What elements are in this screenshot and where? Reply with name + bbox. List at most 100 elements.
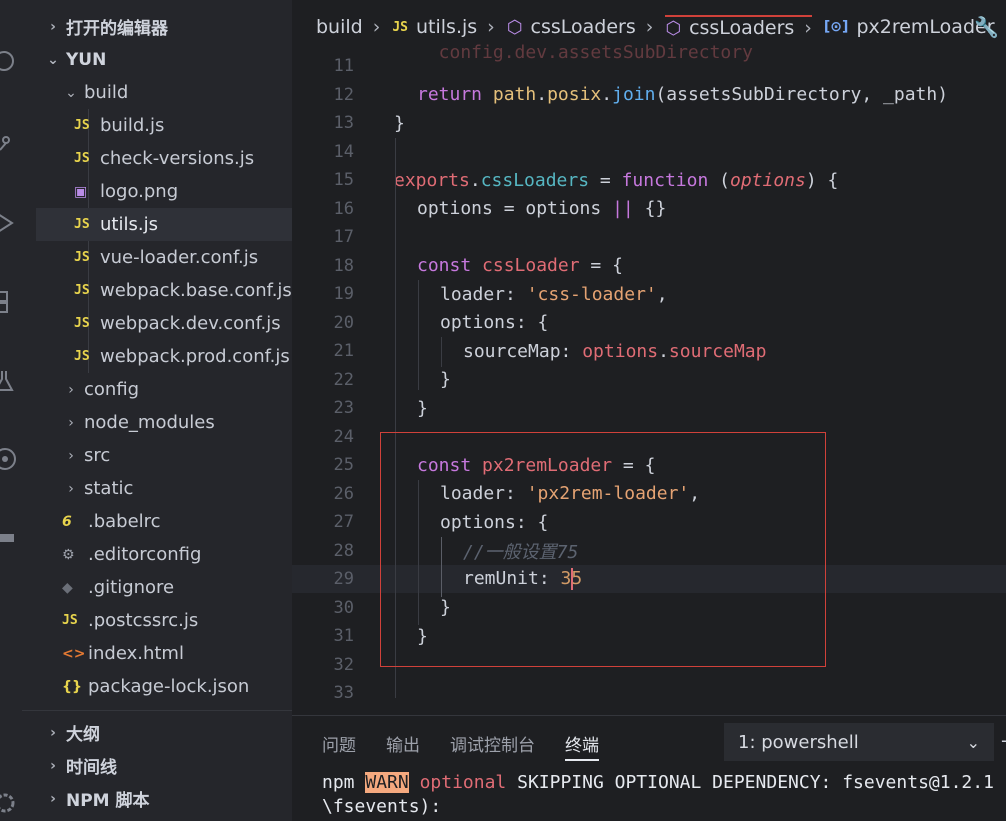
babel-file-icon: 6 bbox=[62, 513, 72, 530]
tab-debug-console[interactable]: 调试控制台 bbox=[450, 731, 535, 759]
tree-file-check-versions[interactable]: JS check-versions.js bbox=[22, 142, 292, 175]
cube-icon: ⬡ bbox=[665, 17, 682, 39]
workspace-header[interactable]: ⌄ YUN bbox=[22, 43, 292, 76]
chevron-right-icon: › bbox=[50, 757, 56, 774]
code-text: } bbox=[440, 369, 451, 390]
tree-folder-build[interactable]: ⌄ build bbox=[22, 76, 292, 109]
tab-terminal[interactable]: 终端 bbox=[565, 731, 599, 761]
code-editor[interactable]: build › JS utils.js › ⬡ cssLoaders › ⬡ cssLoad… bbox=[292, 0, 1006, 715]
code-text: exports.cssLoaders = function (options) … bbox=[394, 169, 839, 191]
tree-folder-config[interactable]: › config bbox=[22, 373, 292, 406]
code-line: 24 bbox=[292, 423, 1006, 451]
tree-item-label: check-versions.js bbox=[100, 148, 255, 169]
tree-folder-static[interactable]: › static bbox=[22, 472, 292, 505]
js-file-icon: JS bbox=[74, 151, 90, 166]
line-number: 11 bbox=[333, 56, 354, 76]
tree-file-webpack-prod[interactable]: JS webpack.prod.conf.js bbox=[22, 340, 292, 373]
token-string: 'px2rem-loader' bbox=[526, 483, 690, 504]
tree-file-build-js[interactable]: JS build.js bbox=[22, 109, 292, 142]
tree-file-gitignore[interactable]: ◆ .gitignore bbox=[22, 571, 292, 604]
token-keyword: function bbox=[621, 169, 709, 191]
docker-icon[interactable] bbox=[0, 524, 18, 550]
token-text: = { bbox=[612, 454, 656, 476]
flask-icon[interactable] bbox=[0, 368, 18, 394]
token-object: path bbox=[492, 84, 537, 105]
extensions-icon[interactable] bbox=[0, 288, 18, 314]
line-number: 17 bbox=[333, 227, 354, 247]
search-icon[interactable] bbox=[0, 48, 18, 74]
code-line: 23} bbox=[292, 394, 1006, 422]
npm-scripts-label: NPM 脚本 bbox=[66, 791, 150, 811]
run-debug-icon[interactable] bbox=[0, 210, 18, 236]
token-variable: exports bbox=[394, 169, 470, 191]
line-number: 31 bbox=[333, 626, 354, 646]
terminal-output[interactable]: npm WARN optional SKIPPING OPTIONAL DEPE… bbox=[322, 771, 994, 819]
tree-item-label: static bbox=[84, 478, 134, 499]
tree-file-index-html[interactable]: <> index.html bbox=[22, 637, 292, 670]
open-editors-header[interactable]: › 打开的编辑器 bbox=[22, 10, 292, 43]
chevron-down-icon: ⌄ bbox=[966, 732, 980, 752]
terminal-select-value: 1: powershell bbox=[738, 731, 859, 753]
tree-file-editorconfig[interactable]: ⚙ .editorconfig bbox=[22, 538, 292, 571]
line-number: 22 bbox=[333, 369, 354, 390]
breadcrumb-item[interactable]: JS utils.js › bbox=[392, 16, 494, 38]
tree-item-label: webpack.dev.conf.js bbox=[100, 313, 281, 334]
chevron-right-icon: › bbox=[804, 17, 812, 39]
tree-file-package-lock[interactable]: {} package-lock.json bbox=[22, 670, 292, 703]
outline-label: 大纲 bbox=[66, 725, 100, 745]
gear-icon: ⚙ bbox=[62, 546, 75, 563]
tab-problems[interactable]: 问题 bbox=[322, 731, 356, 759]
code-text: return path.posix.join(assetsSubDirector… bbox=[417, 84, 949, 105]
tree-file-utils-js[interactable]: JS utils.js bbox=[36, 208, 292, 241]
breadcrumb-item[interactable]: ⬡ cssLoaders › bbox=[665, 15, 812, 39]
chevron-right-icon: › bbox=[50, 724, 56, 741]
tree-file-babelrc[interactable]: 6 .babelrc bbox=[22, 505, 292, 538]
code-text: } bbox=[394, 112, 405, 134]
js-file-icon: JS bbox=[74, 118, 90, 133]
terminal-text: optional bbox=[419, 772, 507, 793]
code-line: 20 options: { bbox=[292, 309, 1006, 337]
tree-item-label: .gitignore bbox=[88, 577, 175, 598]
token-function: join bbox=[612, 84, 656, 105]
remote-icon[interactable] bbox=[0, 446, 18, 472]
tree-folder-src[interactable]: › src bbox=[22, 439, 292, 472]
outline-header[interactable]: › 大纲 bbox=[22, 716, 292, 749]
code-line: 11 bbox=[292, 52, 1006, 80]
wrench-icon[interactable]: 🔧 bbox=[974, 15, 999, 39]
tree-file-postcssrc[interactable]: JS .postcssrc.js bbox=[22, 604, 292, 637]
terminal-select[interactable]: 1: powershell ⌄ bbox=[724, 723, 994, 761]
code-line: 16 options = options || {} bbox=[292, 195, 1006, 223]
timeline-header[interactable]: › 时间线 bbox=[22, 749, 292, 782]
code-line: 12 return path.posix.join(assetsSubDirect… bbox=[292, 81, 1006, 109]
breadcrumb-label: build bbox=[316, 16, 363, 38]
cube-icon: ⬡ bbox=[506, 16, 523, 38]
breadcrumb-item[interactable]: build › bbox=[316, 16, 380, 38]
token-operator: || bbox=[612, 198, 634, 219]
tree-file-webpack-dev[interactable]: JS webpack.dev.conf.js bbox=[22, 307, 292, 340]
tree-folder-node-modules[interactable]: › node_modules bbox=[22, 406, 292, 439]
token-keyword: return bbox=[417, 84, 483, 105]
token-param: options bbox=[729, 169, 806, 191]
line-number: 20 bbox=[333, 312, 354, 333]
breadcrumb-item[interactable]: ⬡ cssLoaders › bbox=[507, 16, 654, 38]
settings-gear-icon[interactable] bbox=[0, 790, 18, 816]
add-terminal-icon[interactable]: + bbox=[1000, 731, 1006, 752]
open-editors-label: 打开的编辑器 bbox=[66, 19, 168, 39]
terminal-text: \fsevents): bbox=[322, 796, 442, 817]
indent-guide bbox=[441, 537, 442, 597]
code-text: remUnit: 35 bbox=[463, 568, 582, 590]
source-control-icon[interactable] bbox=[0, 130, 18, 156]
git-icon: ◆ bbox=[62, 579, 73, 596]
tree-item-label: config bbox=[84, 379, 140, 400]
token-number: 5 bbox=[571, 568, 583, 589]
tree-file-vue-loader-conf[interactable]: JS vue-loader.conf.js bbox=[22, 241, 292, 274]
line-number: 12 bbox=[333, 84, 354, 105]
tree-file-webpack-base[interactable]: JS webpack.base.conf.js bbox=[22, 274, 292, 307]
tree-file-logo-png[interactable]: ▣ logo.png bbox=[22, 175, 292, 208]
line-number: 23 bbox=[333, 398, 354, 418]
npm-scripts-header[interactable]: › NPM 脚本 bbox=[22, 782, 292, 815]
js-file-icon: JS bbox=[74, 349, 90, 364]
token-property: cssLoaders bbox=[480, 169, 590, 191]
code-text: loader: 'css-loader', bbox=[440, 283, 668, 305]
tab-output[interactable]: 输出 bbox=[386, 731, 420, 759]
